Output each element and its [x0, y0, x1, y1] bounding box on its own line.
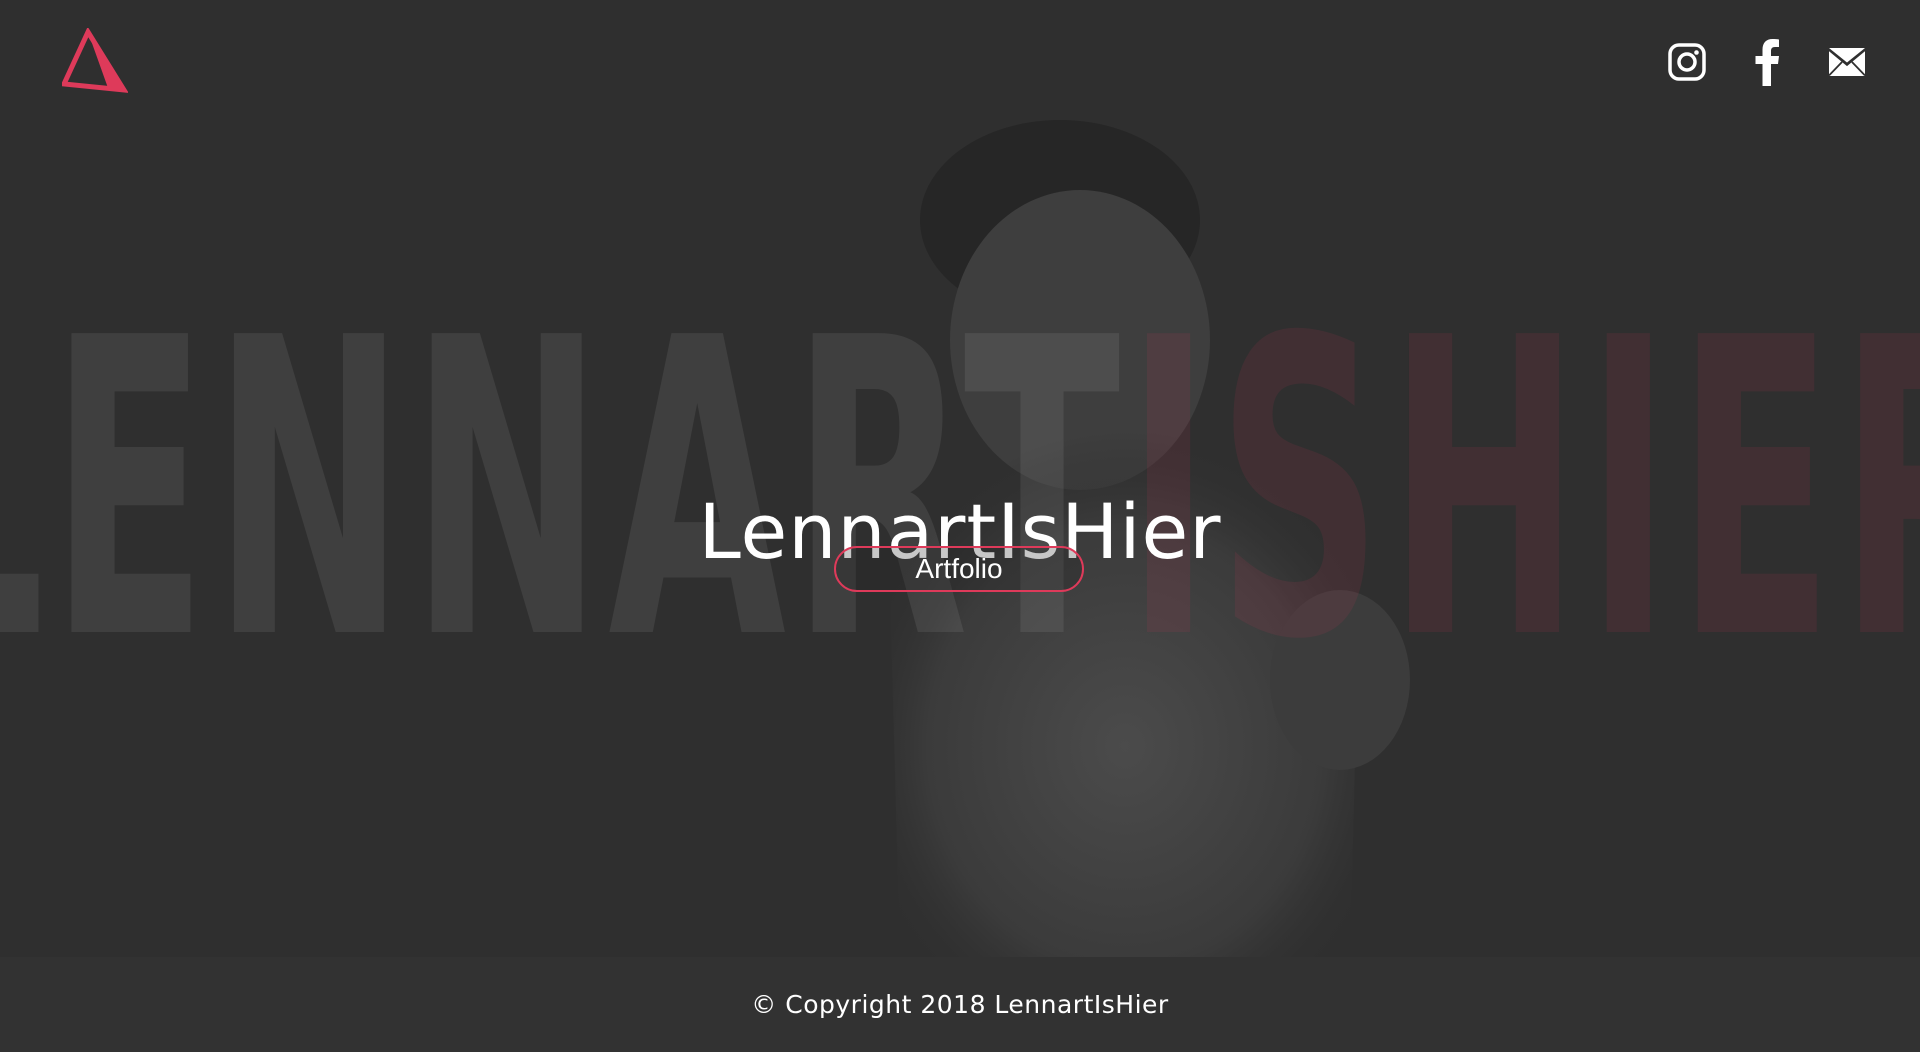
copyright-text: © Copyright 2018 LennartIsHier — [751, 990, 1169, 1019]
instagram-link[interactable] — [1666, 38, 1708, 86]
email-link[interactable] — [1826, 38, 1868, 86]
triangle-logo-icon — [62, 28, 128, 93]
mail-icon — [1828, 48, 1866, 77]
footer: © Copyright 2018 LennartIsHier — [0, 957, 1920, 1052]
facebook-link[interactable] — [1746, 38, 1788, 86]
page: LENNARTISHIER — [0, 0, 1920, 1052]
logo-home-link[interactable] — [62, 28, 128, 94]
hero-section: LENNARTISHIER — [0, 0, 1920, 957]
artfolio-button[interactable]: Artfolio — [834, 546, 1084, 592]
facebook-icon — [1755, 39, 1779, 86]
instagram-icon — [1668, 43, 1706, 81]
social-links — [1666, 38, 1868, 86]
